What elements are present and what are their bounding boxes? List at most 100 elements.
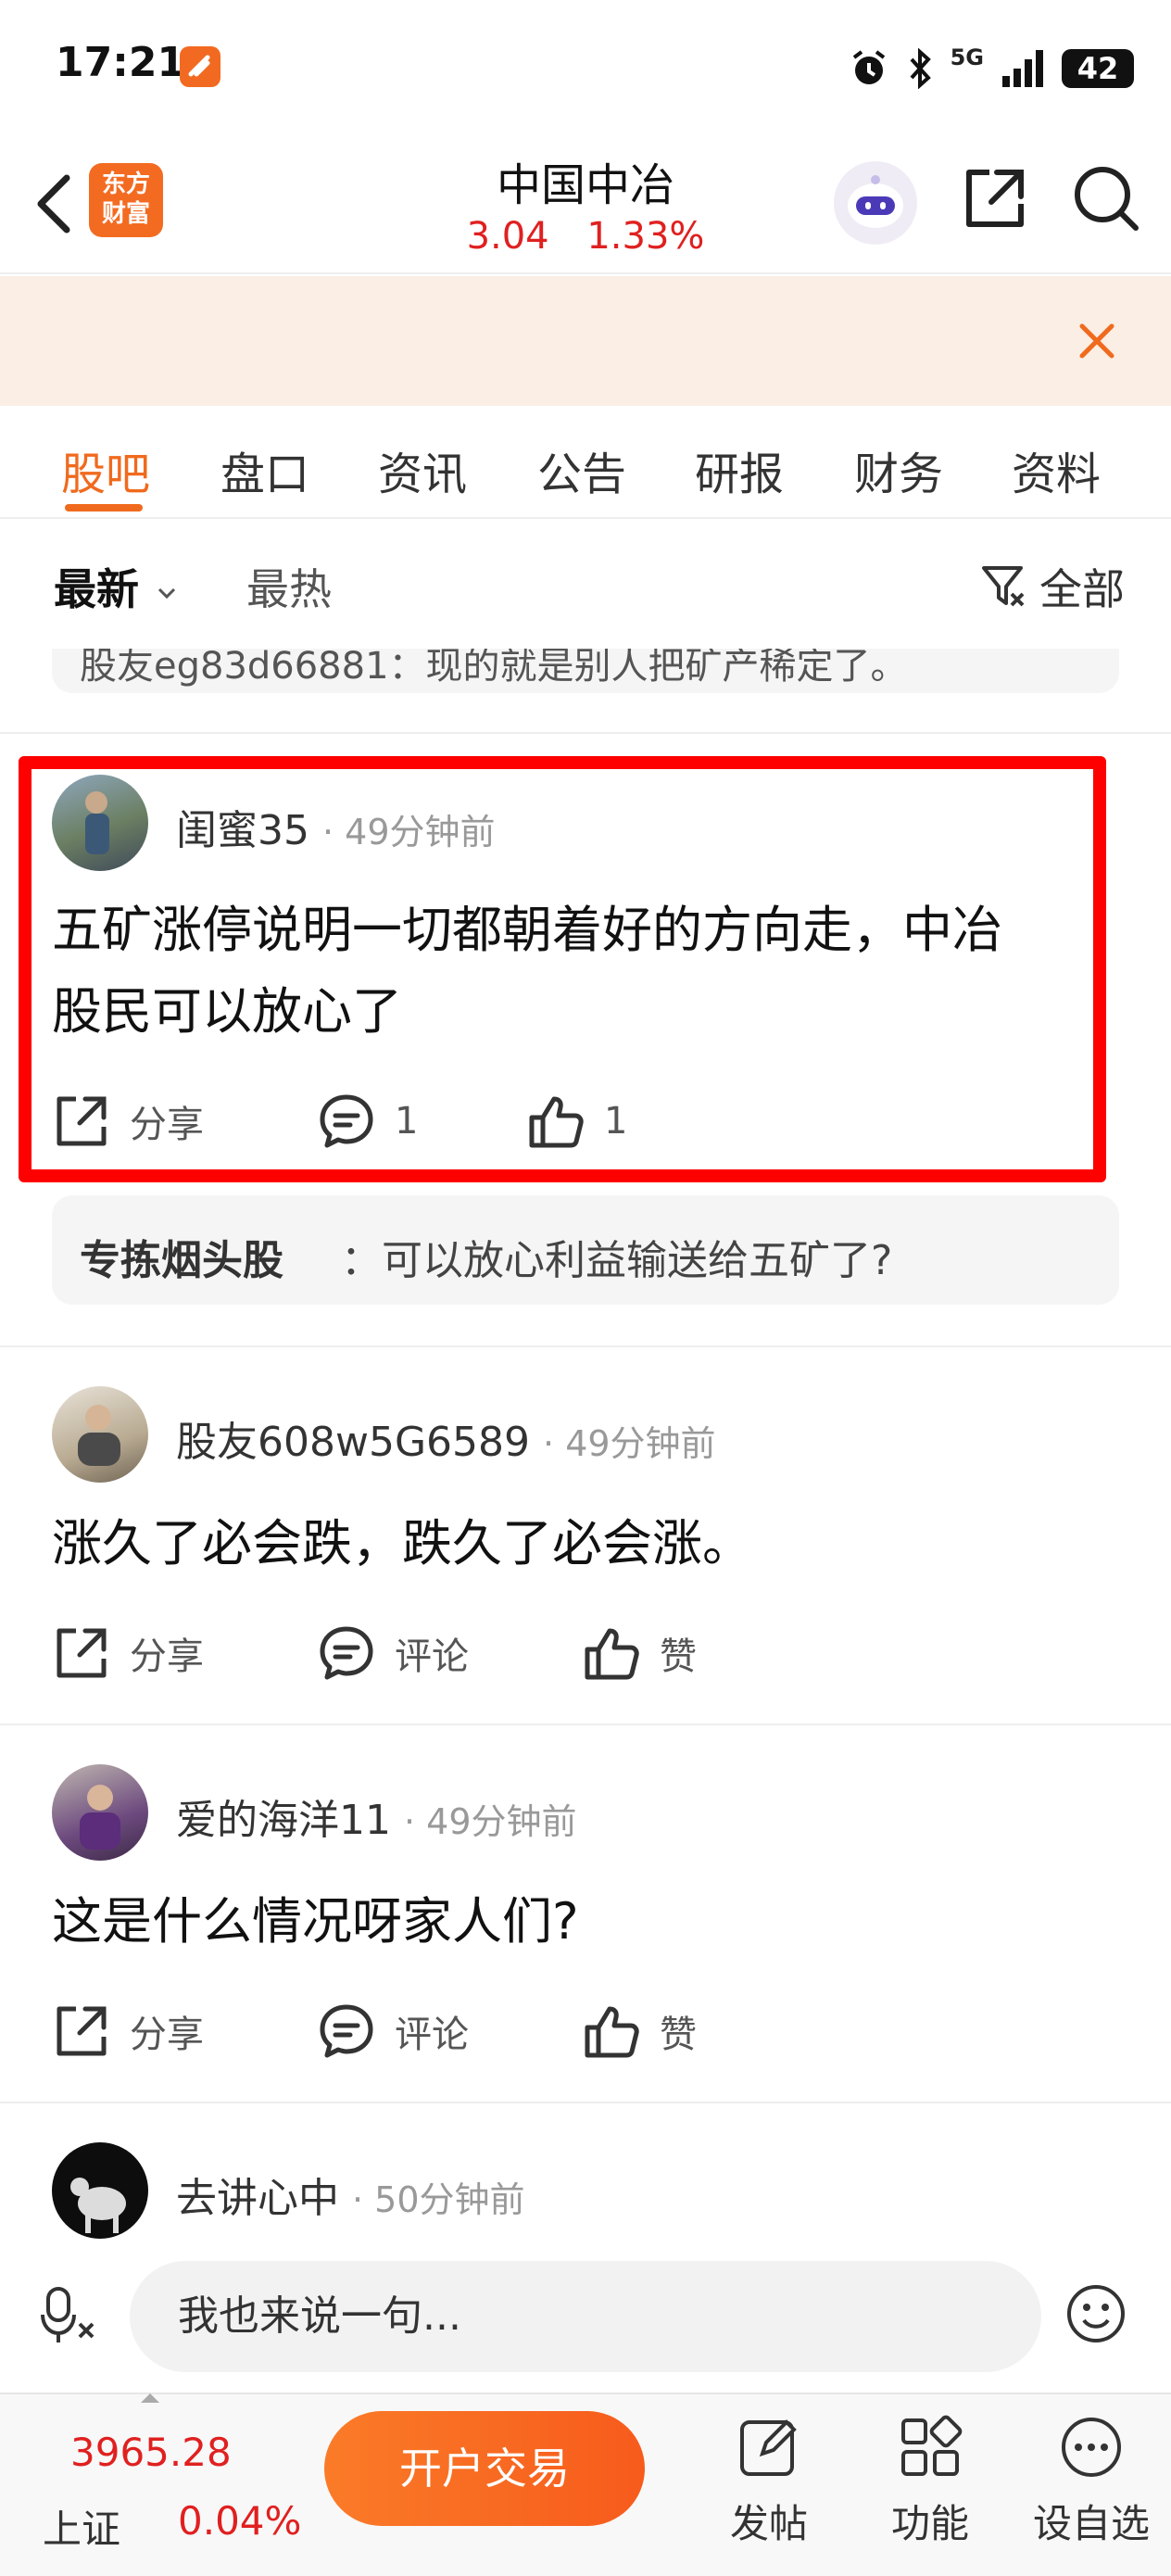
battery-level: 42 (1077, 51, 1119, 86)
nav-post[interactable]: 发帖 (704, 2413, 834, 2549)
tab-guba[interactable]: 股吧 (61, 437, 150, 502)
more-icon (1062, 2418, 1121, 2477)
tab-research[interactable]: 研报 (695, 437, 784, 502)
ai-assistant-button[interactable] (834, 161, 917, 245)
nav-watchlist[interactable]: 设自选 (1026, 2413, 1156, 2549)
avatar[interactable] (52, 2142, 148, 2239)
close-icon (1079, 323, 1114, 359)
nav-functions[interactable]: 功能 (865, 2413, 995, 2549)
comment-input[interactable]: 我也来说一句... (130, 2261, 1041, 2372)
stock-price: 3.04 (466, 215, 549, 258)
username: 爱的海洋11 (176, 1797, 391, 1844)
post-time: · 49分钟前 (404, 1801, 577, 1842)
comment-label: 评论 (395, 2014, 469, 2056)
reply-author: 专拣烟头股 (80, 1237, 283, 1284)
post-author[interactable]: 爱的海洋11 · 49分钟前 (176, 1787, 577, 1846)
divider (0, 1724, 1171, 1725)
sort-hot[interactable]: 最热 (246, 556, 332, 617)
like-action[interactable]: 赞 (582, 2001, 697, 2061)
sort-latest[interactable]: 最新 (54, 556, 180, 617)
robot-icon (848, 175, 903, 228)
notice-banner (0, 276, 1171, 406)
status-icons: 5G 42 (849, 41, 1134, 96)
alarm-icon (852, 50, 885, 84)
share-label: 分享 (130, 1635, 204, 1678)
microphone-icon (41, 2287, 94, 2342)
avatar[interactable] (52, 1764, 148, 1861)
post-time: · 49分钟前 (543, 1423, 716, 1464)
reply-partial-text: 股友eg83d66881：现的就是别人把矿产稀定了。 (80, 649, 908, 688)
comment-action[interactable]: 评论 (317, 2001, 469, 2061)
share-button[interactable] (960, 165, 1028, 237)
post-text-line: 这是什么情况呀家人们? (52, 1892, 579, 1951)
filter-icon (982, 566, 1025, 607)
notification-app-icon (180, 46, 220, 87)
index-name[interactable]: 上证 (43, 2498, 120, 2555)
reply-text: ：可以放心利益输送给五矿了? (341, 1237, 893, 1284)
tab-pankou[interactable]: 盘口 (220, 437, 309, 502)
signal-icon (1002, 50, 1043, 87)
search-button[interactable] (1071, 163, 1141, 237)
sort-latest-label: 最新 (54, 564, 139, 614)
status-time: 17:21 (56, 39, 186, 86)
battery-icon: 42 (1062, 49, 1134, 88)
reply-preview-partial[interactable]: 股友eg83d66881：现的就是别人把矿产稀定了。 (52, 649, 1119, 693)
post-time: · 50分钟前 (352, 2179, 525, 2220)
divider (0, 2102, 1171, 2103)
section-tabs: 股吧 盘口 资讯 公告 研报 财务 资料 (0, 406, 1171, 519)
filter-all-button[interactable]: 全部 (980, 556, 1125, 617)
search-icon (1075, 167, 1139, 231)
tab-announcements[interactable]: 公告 (537, 437, 626, 502)
nav-functions-label: 功能 (890, 2501, 969, 2546)
index-change-pct[interactable]: 0.04% (178, 2498, 301, 2544)
banner-close-button[interactable] (1073, 317, 1121, 369)
open-account-trade-button[interactable]: 开户交易 (324, 2411, 645, 2526)
tab-financials[interactable]: 财务 (854, 437, 943, 502)
like-action[interactable]: 赞 (582, 1623, 697, 1683)
comment-icon (320, 1626, 373, 1680)
share-icon (57, 1628, 107, 1678)
like-label: 赞 (660, 2014, 697, 2056)
status-bar: 17:21 5G 42 (0, 0, 1171, 139)
nav-post-label: 发帖 (729, 2501, 808, 2546)
username: 去讲心中 (176, 2175, 339, 2222)
chevron-down-icon (157, 587, 176, 599)
filter-all-label: 全部 (1039, 564, 1125, 614)
tab-news[interactable]: 资讯 (378, 437, 467, 502)
username: 股友608w5G6589 (176, 1419, 531, 1466)
post-author[interactable]: 去讲心中 · 50分钟前 (176, 2165, 525, 2224)
network-label: 5G (950, 44, 984, 70)
share-action[interactable]: 分享 (52, 2001, 204, 2061)
avatar[interactable] (52, 1386, 148, 1483)
post-author[interactable]: 股友608w5G6589 · 49分钟前 (176, 1408, 716, 1468)
share-icon (966, 170, 1024, 227)
comment-bar: 我也来说一句... (0, 2242, 1171, 2391)
share-label: 分享 (130, 2014, 204, 2056)
sort-filter-row: 最新 最热 全部 (0, 519, 1171, 649)
edit-icon (740, 2419, 797, 2476)
reply-preview[interactable]: 专拣烟头股 ：可以放心利益输送给五矿了? (52, 1195, 1119, 1305)
divider (0, 1345, 1171, 1347)
comment-icon (320, 2004, 373, 2058)
thumbs-up-icon (585, 1628, 639, 1680)
emoji-button[interactable] (1064, 2281, 1128, 2350)
share-icon (57, 2006, 107, 2056)
tab-profile[interactable]: 资料 (1012, 437, 1101, 502)
like-label: 赞 (660, 1635, 697, 1678)
stock-change-pct: 1.33% (586, 215, 705, 258)
voice-input-button[interactable] (39, 2283, 104, 2352)
thumbs-up-icon (585, 2006, 639, 2058)
post-text-line: 涨久了必会跌，跌久了必会涨。 (52, 1514, 752, 1572)
comment-action[interactable]: 评论 (317, 1623, 469, 1683)
emoji-icon (1067, 2285, 1125, 2342)
expand-arrow-icon[interactable] (139, 2391, 161, 2408)
bottom-nav: 3965.28 上证 0.04% 开户交易 发帖 功能 设自选 (0, 2393, 1171, 2576)
highlight-box (19, 756, 1106, 1182)
active-tab-indicator (65, 504, 143, 511)
nav-watchlist-label: 设自选 (1032, 2501, 1150, 2546)
share-action[interactable]: 分享 (52, 1623, 204, 1683)
grid-icon (901, 2415, 963, 2476)
bluetooth-icon (910, 48, 931, 89)
index-value[interactable]: 3965.28 (70, 2430, 232, 2475)
comment-label: 评论 (395, 1635, 469, 1678)
